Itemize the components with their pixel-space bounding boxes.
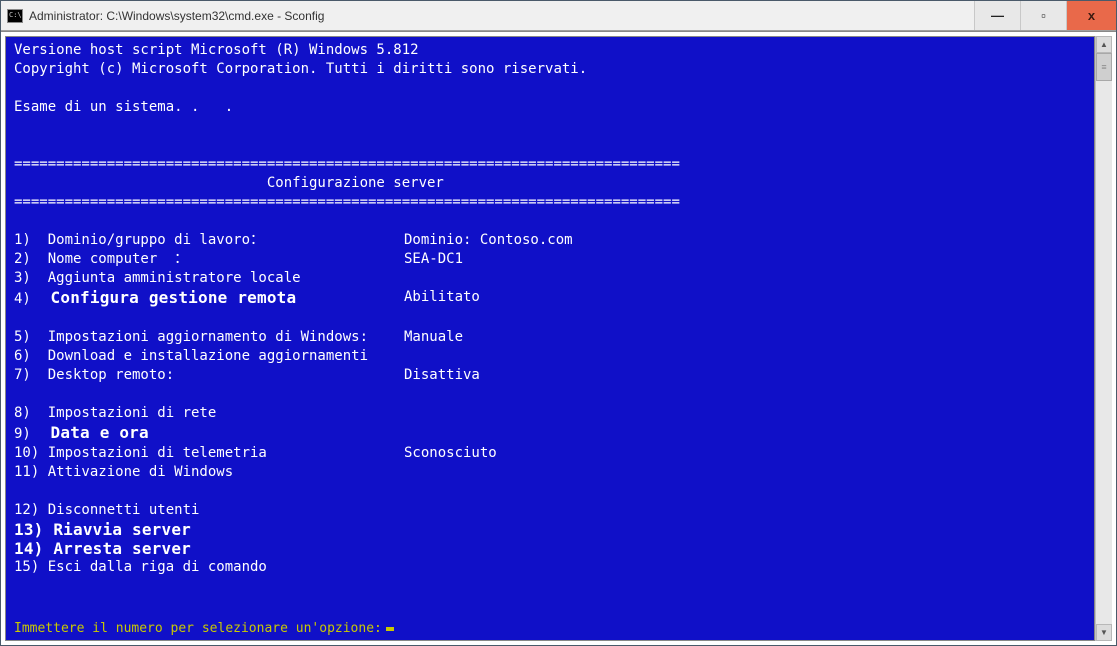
vertical-scrollbar[interactable]: ▲ ▼ <box>1095 36 1112 641</box>
menu-item-restart-server: 13) Riavvia server <box>14 520 1086 539</box>
menu-item-network-settings: 8) Impostazioni di rete <box>14 404 1086 423</box>
window-body: Versione host script Microsoft (R) Windo… <box>1 31 1116 645</box>
menu-item-exit-cli: 15) Esci dalla riga di comando <box>14 558 1086 577</box>
divider-top: ========================================… <box>14 155 1086 174</box>
menu-item-download-updates: 6) Download e installazione aggiornament… <box>14 347 1086 366</box>
menu-item-windows-activation: 11) Attivazione di Windows <box>14 463 1086 482</box>
remote-desktop-value: Disattiva <box>404 366 480 385</box>
domain-value: Dominio: Contoso.com <box>404 231 573 250</box>
titlebar[interactable]: Administrator: C:\Windows\system32\cmd.e… <box>1 1 1116 31</box>
menu-item-remote-desktop: 7) Desktop remoto: Disattiva <box>14 366 1086 385</box>
app-window: Administrator: C:\Windows\system32\cmd.e… <box>0 0 1117 646</box>
menu-item-local-admin: 3) Aggiunta amministratore locale <box>14 269 1086 288</box>
maximize-button[interactable]: ▫ <box>1020 1 1066 30</box>
scroll-track[interactable] <box>1096 53 1112 624</box>
menu-item-domain: 1) Dominio/gruppo di lavoro： Dominio: Co… <box>14 231 1086 250</box>
windows-update-value: Manuale <box>404 328 463 347</box>
scroll-down-button[interactable]: ▼ <box>1096 624 1112 641</box>
remote-mgmt-value: Abilitato <box>404 288 480 309</box>
script-host-version: Versione host script Microsoft (R) Windo… <box>14 41 1086 60</box>
copyright-line: Copyright (c) Microsoft Corporation. Tut… <box>14 60 1086 79</box>
input-prompt[interactable]: Immettere il numero per selezionare un'o… <box>14 619 1086 638</box>
window-title: Administrator: C:\Windows\system32\cmd.e… <box>29 9 974 23</box>
window-controls: — ▫ x <box>974 1 1116 30</box>
menu-item-date-time: 9) Data e ora <box>14 423 1086 444</box>
divider-bottom: ========================================… <box>14 193 1086 212</box>
section-title: Configurazione server <box>14 174 1086 193</box>
cmd-icon <box>7 9 23 23</box>
telemetry-value: Sconosciuto <box>404 444 497 463</box>
menu-item-computer-name: 2) Nome computer ： SEA-DC1 <box>14 250 1086 269</box>
scroll-up-button[interactable]: ▲ <box>1096 36 1112 53</box>
scroll-thumb[interactable] <box>1096 53 1112 81</box>
menu-item-shutdown-server: 14) Arresta server <box>14 539 1086 558</box>
menu-item-windows-update: 5) Impostazioni aggiornamento di Windows… <box>14 328 1086 347</box>
system-exam-line: Esame di un sistema. . . <box>14 98 1086 117</box>
menu-item-disconnect-users: 12) Disconnetti utenti <box>14 501 1086 520</box>
console-area[interactable]: Versione host script Microsoft (R) Windo… <box>5 36 1095 641</box>
computer-name-value: SEA-DC1 <box>404 250 463 269</box>
close-button[interactable]: x <box>1066 1 1116 30</box>
menu-item-remote-management: 4) Configura gestione remota Abilitato <box>14 288 1086 309</box>
menu-item-telemetry: 10) Impostazioni di telemetria Sconosciu… <box>14 444 1086 463</box>
cursor-icon <box>386 627 394 631</box>
minimize-button[interactable]: — <box>974 1 1020 30</box>
